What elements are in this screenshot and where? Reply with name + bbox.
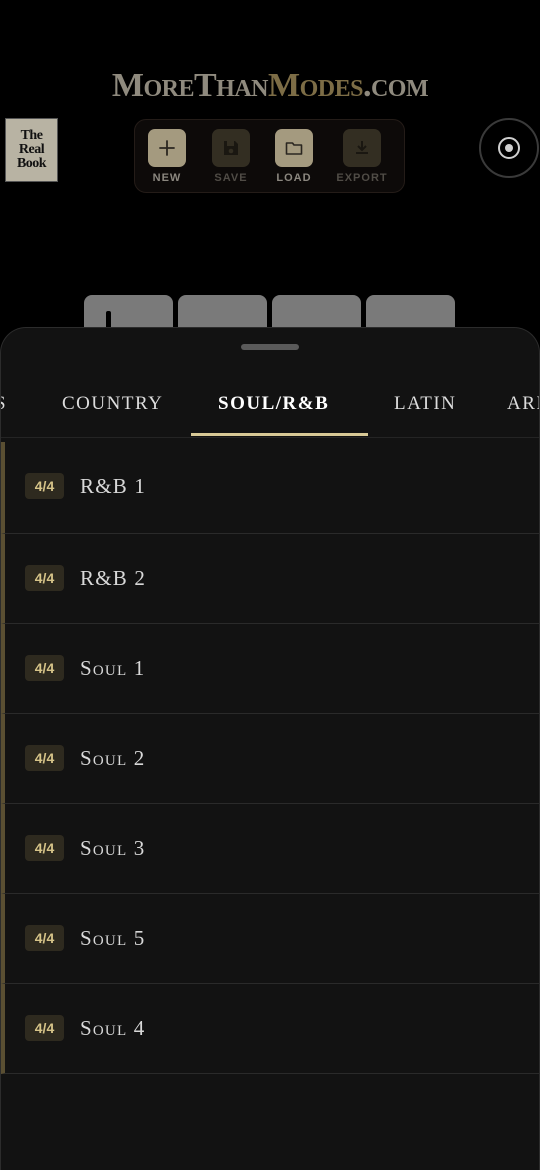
thumbnail-text-3: Book [16,156,47,171]
list-item[interactable]: 4/4 Soul 2 [1,714,539,804]
style-name: R&B 2 [80,566,147,590]
load-label: LOAD [276,172,312,184]
meter-badge: 4/4 [25,1015,64,1041]
logo-part-1: MoreThan [111,67,269,104]
style-name: Soul 2 [80,746,146,770]
list-item[interactable]: 4/4 R&B 1 [1,442,539,534]
settings-button[interactable] [479,118,539,178]
style-name: Soul 4 [80,1016,146,1040]
save-button[interactable]: SAVE [201,129,261,184]
tab-latin[interactable]: LATIN [394,384,456,424]
export-label: EXPORT [336,172,388,184]
meter-badge: 4/4 [25,745,64,771]
save-label: SAVE [214,172,248,184]
target-icon [498,137,520,159]
meter-badge: 4/4 [25,835,64,861]
active-tab-indicator [191,433,368,436]
real-book-thumbnail[interactable]: The Real Book [5,118,58,182]
export-button[interactable]: EXPORT [332,129,392,184]
style-name: R&B 1 [80,474,147,498]
list-item[interactable]: 4/4 Soul 3 [1,804,539,894]
style-picker-sheet: S COUNTRY SOUL/R&B LATIN ARI 4/4 R&B 1 4… [0,327,540,1170]
thumbnail-text-2: Real [18,142,45,157]
style-name: Soul 1 [80,656,146,680]
sheet-drag-handle[interactable] [241,344,299,350]
list-item[interactable]: 4/4 Soul 5 [1,894,539,984]
meter-badge: 4/4 [25,655,64,681]
genre-tabs: S COUNTRY SOUL/R&B LATIN ARI [1,374,539,438]
list-item[interactable]: 4/4 R&B 2 [1,534,539,624]
site-logo: MoreThanModes.com [0,66,540,106]
logo-part-3: .com [362,67,429,104]
list-item[interactable]: 4/4 Soul 1 [1,624,539,714]
meter-badge: 4/4 [25,473,64,499]
new-button[interactable]: NEW [137,129,197,184]
style-list: 4/4 R&B 1 4/4 R&B 2 4/4 Soul 1 4/4 Soul … [1,442,539,1074]
tab-country[interactable]: COUNTRY [62,384,163,424]
thumbnail-text-1: The [20,128,43,143]
meter-badge: 4/4 [25,925,64,951]
folder-icon [275,129,313,167]
style-name: Soul 3 [80,836,146,860]
tab-soul-rnb[interactable]: SOUL/R&B [218,384,329,424]
download-icon [343,129,381,167]
file-toolbar: NEW SAVE LOAD EXPORT [134,119,405,193]
tab-previous[interactable]: S [1,384,7,424]
load-button[interactable]: LOAD [264,129,324,184]
meter-badge: 4/4 [25,565,64,591]
tab-next[interactable]: ARI [507,384,539,424]
new-label: NEW [152,172,182,184]
floppy-icon [212,129,250,167]
list-item[interactable]: 4/4 Soul 4 [1,984,539,1074]
logo-part-2: Modes [268,67,363,104]
plus-icon [148,129,186,167]
style-name: Soul 5 [80,926,146,950]
